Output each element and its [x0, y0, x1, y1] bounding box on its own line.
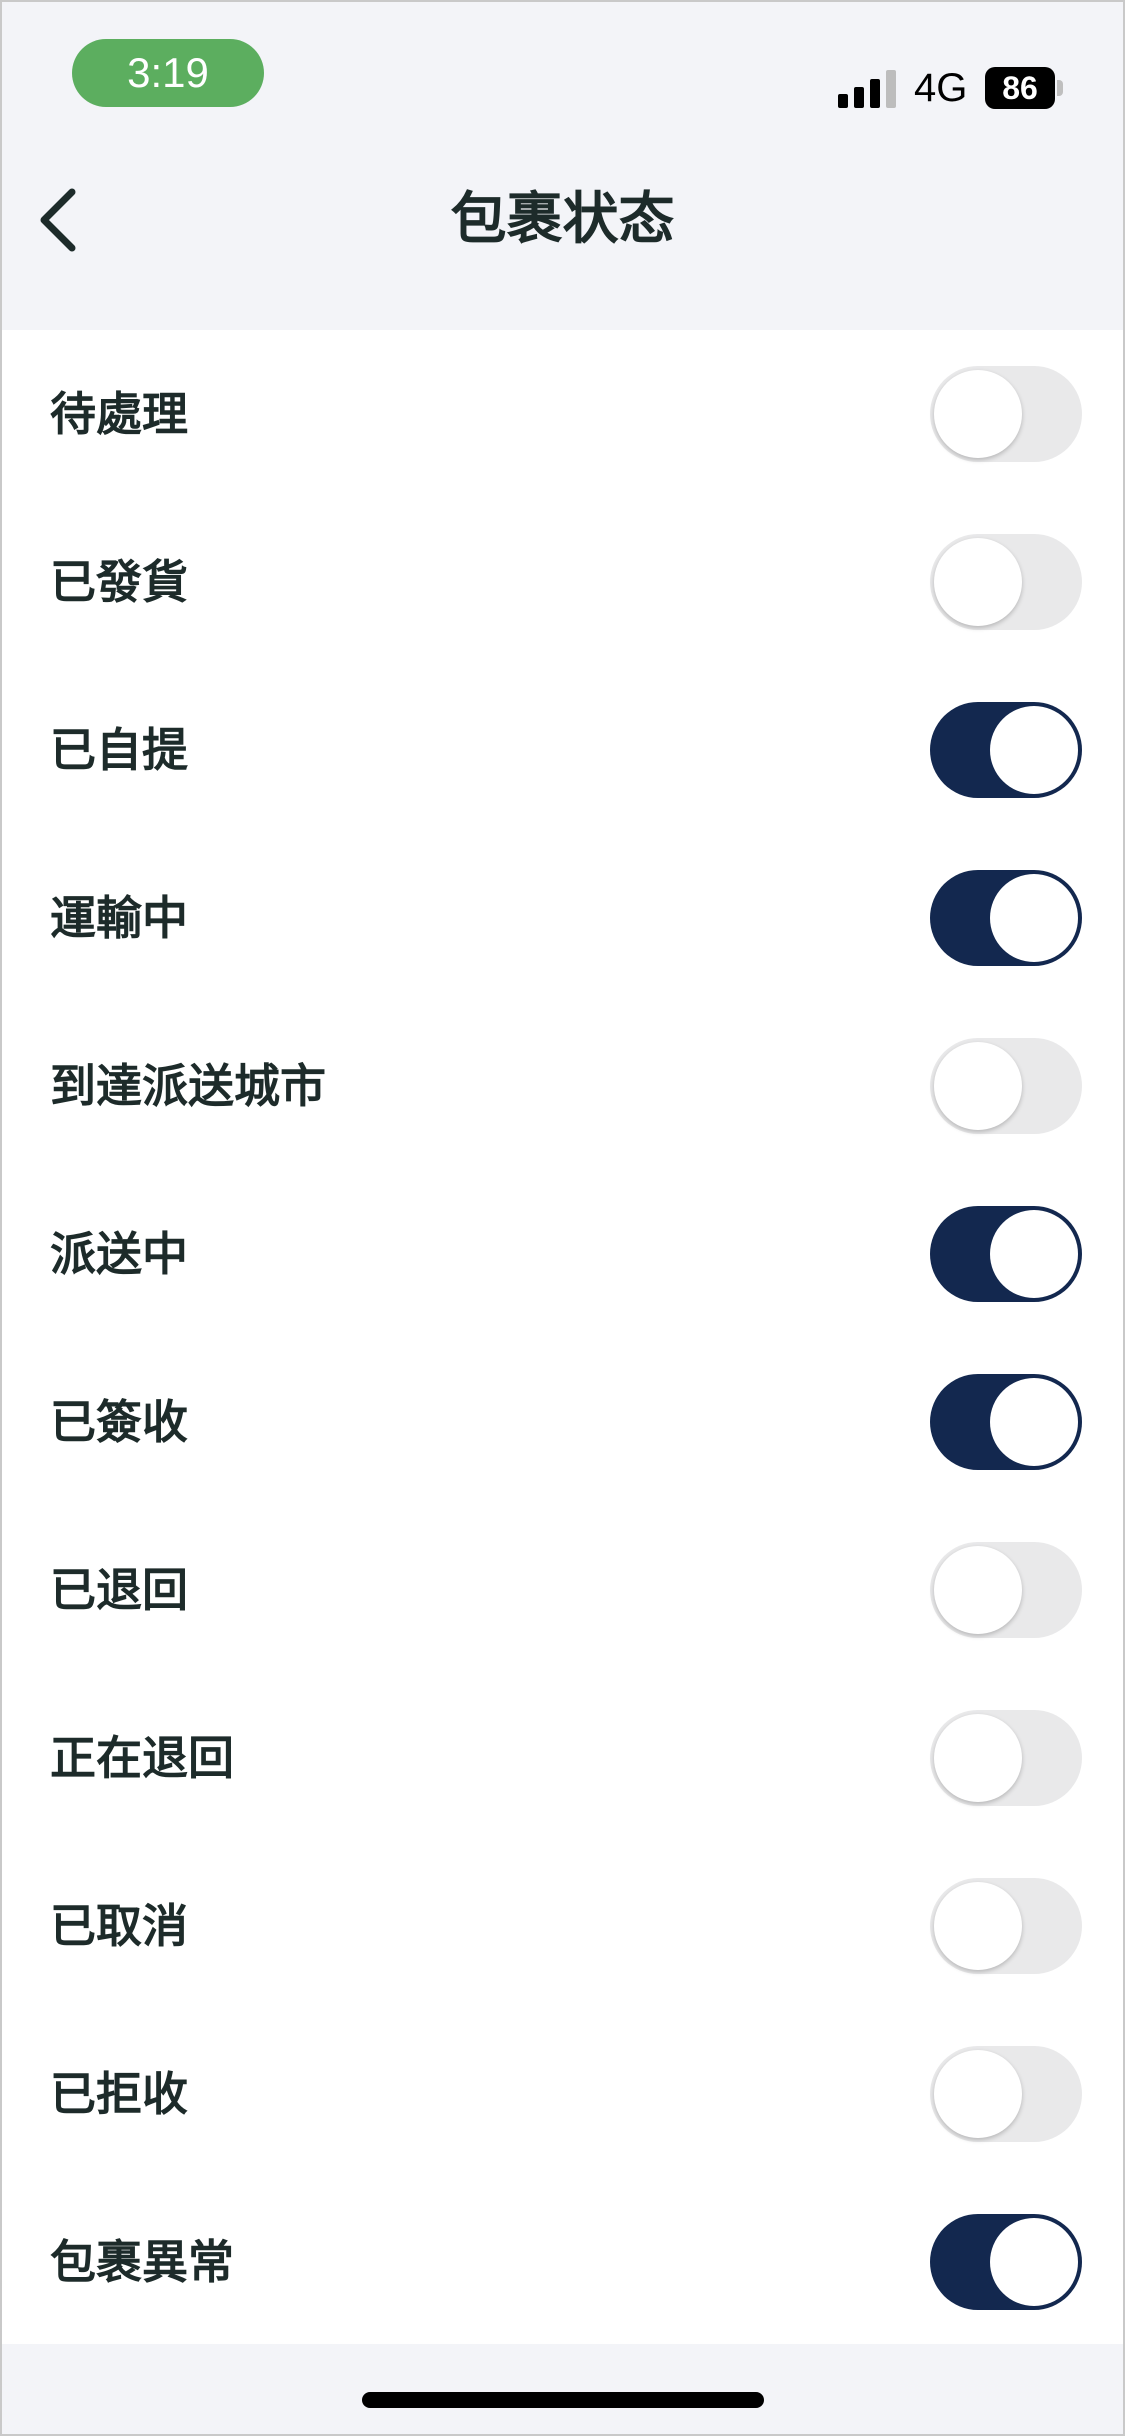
- status-bar: 3:19 4G 86: [0, 0, 1125, 140]
- status-time: 3:19: [72, 39, 264, 107]
- toggle-knob: [990, 874, 1078, 962]
- battery-cap: [1057, 80, 1063, 96]
- toggle-knob: [990, 1210, 1078, 1298]
- toggle-knob: [934, 2050, 1022, 2138]
- battery-level: 86: [985, 67, 1055, 109]
- home-indicator: [362, 2392, 764, 2408]
- status-toggle[interactable]: [930, 1542, 1082, 1638]
- status-row: 已拒收: [0, 2010, 1125, 2178]
- status-label: 已簽收: [50, 1395, 188, 1449]
- status-toggle[interactable]: [930, 2214, 1082, 2310]
- page-title: 包裹状态: [450, 187, 675, 252]
- toggle-knob: [934, 1546, 1022, 1634]
- status-label: 運輸中: [50, 891, 188, 945]
- toggle-knob: [990, 1378, 1078, 1466]
- status-label: 已拒收: [50, 2067, 188, 2121]
- toggle-knob: [934, 1882, 1022, 1970]
- status-row: 正在退回: [0, 1674, 1125, 1842]
- status-row: 待處理: [0, 330, 1125, 498]
- toggle-knob: [990, 2218, 1078, 2306]
- status-row: 到達派送城市: [0, 1002, 1125, 1170]
- status-row: 包裹異常: [0, 2178, 1125, 2346]
- status-toggle[interactable]: [930, 1038, 1082, 1134]
- status-row: 已發貨: [0, 498, 1125, 666]
- toggle-knob: [934, 1714, 1022, 1802]
- status-label: 到達派送城市: [50, 1059, 326, 1113]
- status-row: 運輸中: [0, 834, 1125, 1002]
- status-toggle[interactable]: [930, 870, 1082, 966]
- status-toggle[interactable]: [930, 366, 1082, 462]
- status-toggle[interactable]: [930, 1878, 1082, 1974]
- status-label: 包裹異常: [50, 2235, 234, 2289]
- navigation-bar: 包裹状态: [0, 140, 1125, 330]
- package-status-list: 待處理已發貨已自提運輸中到達派送城市 派送中已簽收已退回正在退回已取消已拒收包裹異…: [0, 330, 1125, 2344]
- status-label: 已退回: [50, 1563, 188, 1617]
- battery-icon: 86: [985, 67, 1065, 109]
- toggle-knob: [990, 706, 1078, 794]
- status-toggle[interactable]: [930, 534, 1082, 630]
- status-label: 待處理: [50, 387, 188, 441]
- status-toggle[interactable]: [930, 1206, 1082, 1302]
- status-toggle[interactable]: [930, 1374, 1082, 1470]
- status-label: 正在退回: [50, 1731, 234, 1785]
- status-row: 已簽收: [0, 1338, 1125, 1506]
- status-toggle[interactable]: [930, 2046, 1082, 2142]
- status-label: 派送中: [50, 1227, 188, 1281]
- toggle-knob: [934, 370, 1022, 458]
- network-type-label: 4G: [914, 66, 968, 110]
- toggle-knob: [934, 538, 1022, 626]
- status-row: 已取消: [0, 1842, 1125, 2010]
- status-toggle[interactable]: [930, 702, 1082, 798]
- status-label: 已發貨: [50, 555, 188, 609]
- status-toggle[interactable]: [930, 1710, 1082, 1806]
- status-label: 已自提: [50, 723, 188, 777]
- status-label: 已取消: [50, 1899, 188, 1953]
- toggle-knob: [934, 1042, 1022, 1130]
- cellular-signal-icon: [838, 70, 896, 108]
- status-row: 派送中: [0, 1170, 1125, 1338]
- status-row: 已退回: [0, 1506, 1125, 1674]
- status-row: 已自提: [0, 666, 1125, 834]
